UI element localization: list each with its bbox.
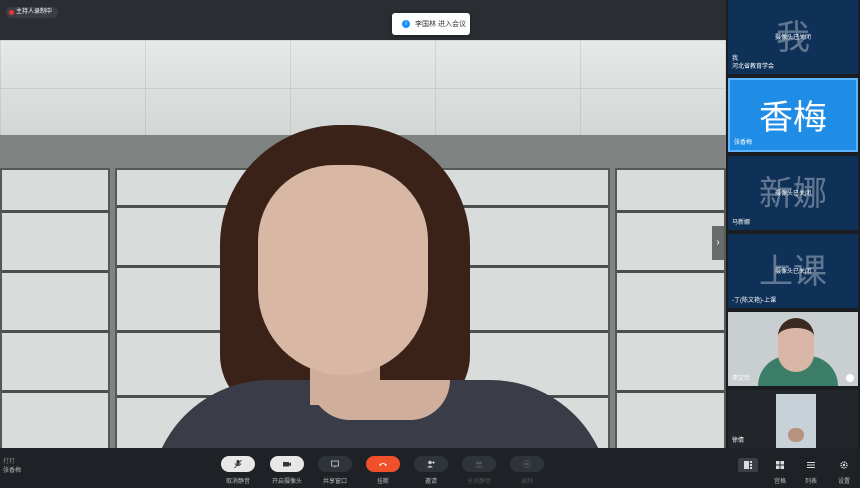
settings-label: 设置	[837, 479, 850, 485]
list-view-button[interactable]	[801, 458, 821, 472]
participant-tile-video[interactable]: 李文玲	[728, 312, 858, 386]
camera-off-label: 摄像头已关闭	[774, 35, 811, 41]
camera-off-label: 摄像头已关闭	[774, 191, 811, 197]
recording-badge: 主持人录制中	[6, 7, 59, 18]
participant-tile[interactable]: 上课 摄像头已关闭 -丁(陈文艳)-上课	[728, 234, 858, 308]
invite-icon	[427, 460, 435, 468]
mute-all-icon	[475, 461, 483, 468]
participant-name: 张香梅	[734, 140, 753, 146]
mic-icon	[846, 374, 854, 382]
speaker-video	[150, 125, 610, 448]
collapse-sidebar-chevron-icon[interactable]: ›	[712, 226, 724, 260]
mic-off-icon	[234, 459, 242, 469]
gear-icon	[840, 461, 848, 469]
participant-avatar-text: 香梅	[759, 98, 827, 138]
start-camera-button[interactable]	[270, 456, 304, 472]
join-notification-text: 李国林 进入会议	[415, 21, 466, 28]
hangup-button[interactable]	[366, 456, 400, 472]
participant-name: -丁(陈文艳)-上课	[732, 298, 776, 304]
shelf-right	[615, 168, 726, 448]
self-name: 张香梅	[3, 468, 22, 474]
top-bar: 主持人录制中	[0, 0, 726, 40]
grid-icon	[776, 461, 784, 469]
record-label: 录制	[520, 479, 533, 485]
layout-icon	[744, 461, 752, 469]
share-icon	[331, 460, 339, 468]
record-icon	[523, 460, 531, 468]
participant-name: 李文玲	[732, 376, 751, 382]
join-notification: i 李国林 进入会议	[392, 13, 470, 35]
layout-button[interactable]	[738, 458, 758, 472]
main-video[interactable]	[0, 40, 726, 448]
participant-name: 徐倩	[732, 438, 745, 444]
info-icon: i	[402, 20, 410, 28]
list-view-label: 列表	[804, 479, 817, 485]
participant-tile[interactable]: 我 摄像头已关闭 我 河北省教育学会	[728, 0, 858, 74]
participant-sidebar: 我 摄像头已关闭 我 河北省教育学会 香梅 张香梅 新娜 摄像头已关闭 马新娜 …	[726, 0, 860, 448]
camera-off-label: 摄像头已关闭	[774, 269, 811, 275]
bottom-toolbar: 打打 张香梅 取消静音 开启摄像头 共享窗口 挂断 邀请 全员静音 录制 宫格 …	[0, 448, 860, 488]
self-signal-label: 打打	[3, 459, 16, 465]
participant-org: 河北省教育学会	[732, 64, 775, 70]
grid-view-label: 宫格	[773, 479, 786, 485]
settings-button[interactable]	[834, 458, 854, 472]
grid-view-button[interactable]	[770, 458, 790, 472]
invite-button[interactable]	[414, 456, 448, 472]
participant-tile[interactable]: 新娜 摄像头已关闭 马新娜	[728, 156, 858, 230]
participant-tile-active[interactable]: 香梅 张香梅	[728, 78, 858, 152]
participant-tile-video[interactable]: 徐倩	[728, 390, 858, 448]
camera-icon	[283, 462, 291, 467]
hangup-icon	[379, 463, 387, 466]
mute-all-button[interactable]	[462, 456, 496, 472]
ceiling	[0, 40, 726, 135]
unmute-button[interactable]	[221, 456, 255, 472]
shelf-left	[0, 168, 110, 448]
record-button[interactable]	[510, 456, 544, 472]
share-window-button[interactable]	[318, 456, 352, 472]
list-icon	[807, 462, 815, 468]
participant-name: 马新娜	[732, 220, 751, 226]
